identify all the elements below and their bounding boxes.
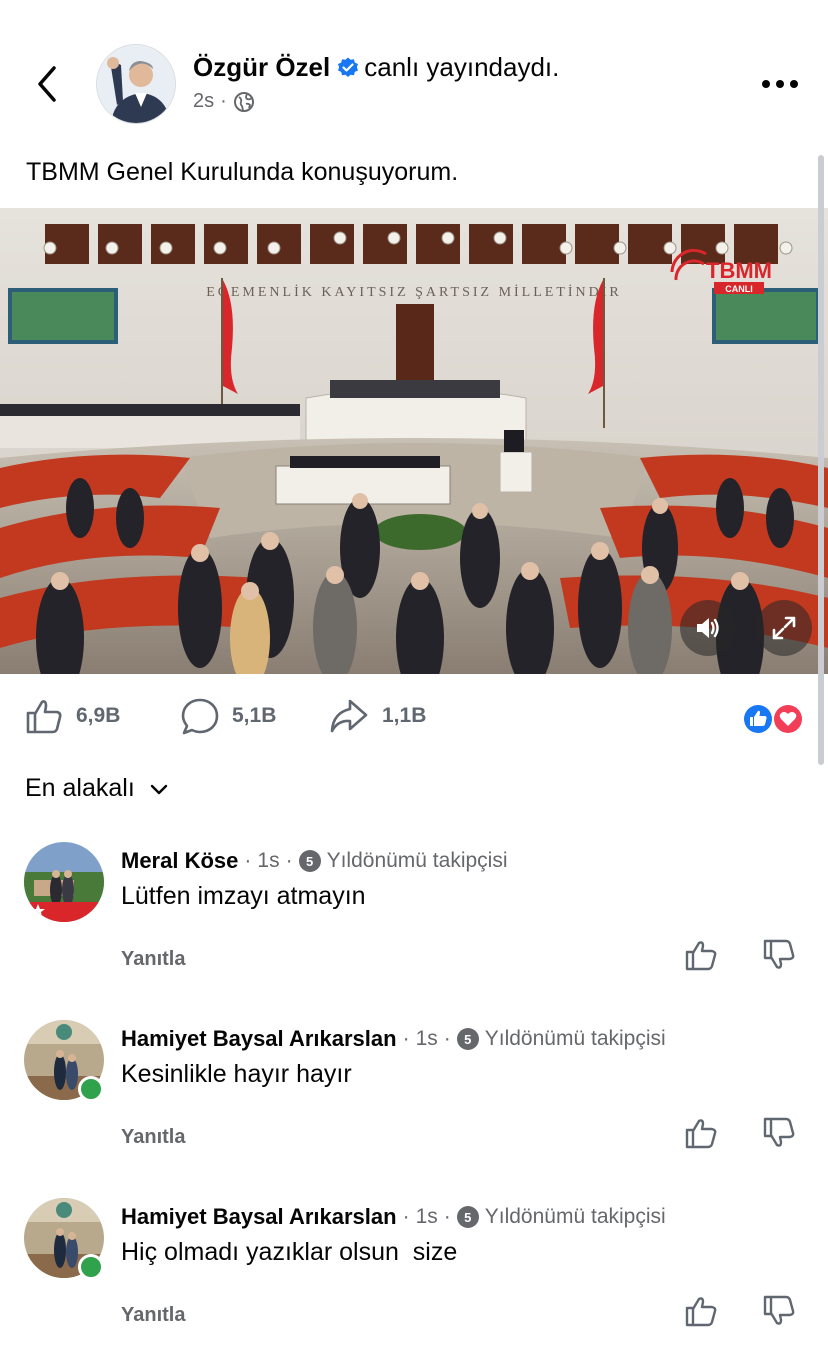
author-name[interactable]: Özgür Özel (193, 52, 330, 82)
commenter-name[interactable]: Hamiyet Baysal Arıkarslan (121, 1204, 397, 1230)
post-meta: 2s · (193, 90, 255, 113)
sound-button[interactable] (680, 600, 736, 656)
follower-badge-label: Yıldönümü takipçisi (484, 1205, 666, 1228)
comment-text: Kesinlikle hayır hayır (121, 1060, 352, 1088)
share-button[interactable]: 1,1B (328, 696, 426, 736)
anniversary-badge-icon: 5 (298, 850, 321, 872)
share-count: 1,1B (382, 704, 427, 727)
comment-item: Meral Köse · 1s · 5 Yıldönümü takipçisi … (0, 842, 828, 1012)
banner-text: EGEMENLİK KAYITSIZ ŞARTSIZ MİLLETİNDİR (206, 284, 622, 300)
comment-like-button[interactable] (684, 1116, 718, 1150)
thumbs-up-icon (685, 941, 717, 971)
comment-header: Hamiyet Baysal Arıkarslan · 1s · 5 Yıldö… (121, 1204, 666, 1230)
speaker-icon (697, 618, 719, 638)
thumbs-down-icon (763, 1295, 795, 1325)
thumbs-up-icon (685, 1297, 717, 1327)
meta-separator: · (285, 849, 293, 872)
like-reaction-icon (742, 703, 774, 735)
commenter-avatar[interactable] (24, 842, 104, 922)
expand-icon (772, 616, 796, 640)
verified-badge-icon (336, 55, 360, 86)
post-text: TBMM Genel Kurulunda konuşuyorum. (26, 158, 459, 186)
scrollbar[interactable] (818, 155, 824, 765)
comment-sort-dropdown[interactable]: En alakalı (25, 774, 169, 803)
comment-item: Hamiyet Baysal Arıkarslan · 1s · 5 Yıldö… (0, 1020, 828, 1190)
video-player[interactable]: EGEMENLİK KAYITSIZ ŞARTSIZ MİLLETİNDİR T… (0, 208, 828, 674)
comment-dislike-button[interactable] (762, 938, 796, 972)
chevron-left-icon (38, 66, 56, 102)
love-reaction-icon (772, 703, 804, 735)
online-status-indicator (78, 1254, 104, 1280)
post-header: Özgür Özel canlı yayındaydı. 2s · (0, 0, 828, 150)
author-line: Özgür Özel canlı yayındaydı. (193, 52, 559, 86)
commenter-name[interactable]: Hamiyet Baysal Arıkarslan (121, 1026, 397, 1052)
meta-separator: · (402, 1027, 410, 1050)
share-arrow-icon (330, 699, 368, 733)
reply-button[interactable]: Yanıtla (121, 1304, 185, 1327)
meta-separator: · (443, 1027, 451, 1050)
meta-separator: · (443, 1205, 451, 1228)
thumbs-up-icon (26, 700, 62, 734)
online-status-indicator (78, 1076, 104, 1102)
comment-text: Hiç olmadı yazıklar olsun size (121, 1238, 458, 1266)
commenter-name[interactable]: Meral Köse (121, 848, 238, 874)
thumbs-down-icon (763, 939, 795, 969)
reply-button[interactable]: Yanıtla (121, 1126, 185, 1149)
meta-separator: · (220, 90, 227, 112)
thumbs-up-icon (685, 1119, 717, 1149)
back-button[interactable] (28, 60, 68, 108)
follower-badge-label: Yıldönümü takipçisi (326, 849, 508, 872)
anniversary-badge-icon: 5 (456, 1206, 479, 1228)
meta-separator: · (402, 1205, 410, 1228)
comment-bubble-icon (181, 698, 219, 735)
globe-icon (233, 91, 254, 112)
comment-time[interactable]: 1s (416, 1205, 438, 1229)
comment-dislike-button[interactable] (762, 1116, 796, 1150)
tbmm-logo-subtext: CANLI (725, 284, 753, 294)
like-count: 6,9B (76, 704, 121, 727)
follower-badge-label: Yıldönümü takipçisi (484, 1027, 666, 1050)
chevron-down-icon (150, 784, 167, 794)
tbmm-logo-text: TBMM (706, 258, 772, 283)
comment-header: Hamiyet Baysal Arıkarslan · 1s · 5 Yıldö… (121, 1026, 666, 1052)
more-options-button[interactable] (758, 70, 802, 98)
thumbs-down-icon (763, 1117, 795, 1147)
sort-label: En alakalı (25, 774, 135, 802)
comment-time[interactable]: 1s (257, 849, 279, 873)
comment-button[interactable]: 5,1B (180, 696, 276, 736)
more-horizontal-icon (762, 80, 798, 88)
comment-text: Lütfen imzayı atmayın (121, 882, 366, 910)
meta-separator: · (244, 849, 252, 872)
comment-count: 5,1B (232, 704, 277, 727)
comment-header: Meral Köse · 1s · 5 Yıldönümü takipçisi (121, 848, 508, 874)
reply-button[interactable]: Yanıtla (121, 948, 185, 971)
engagement-bar: 6,9B 5,1B 1,1B (0, 690, 828, 750)
comment-like-button[interactable] (684, 1294, 718, 1328)
comment-time[interactable]: 1s (416, 1027, 438, 1051)
comment-item: Hamiyet Baysal Arıkarslan · 1s · 5 Yıldö… (0, 1198, 828, 1346)
comment-dislike-button[interactable] (762, 1294, 796, 1328)
anniversary-badge-icon: 5 (456, 1028, 479, 1050)
fullscreen-button[interactable] (756, 600, 812, 656)
like-button[interactable]: 6,9B (24, 696, 120, 736)
comment-like-button[interactable] (684, 938, 718, 972)
live-status-text: canlı yayındaydı. (364, 52, 560, 82)
reactions-summary[interactable] (740, 702, 806, 736)
post-time[interactable]: 2s (193, 90, 214, 113)
author-avatar[interactable] (96, 44, 176, 124)
